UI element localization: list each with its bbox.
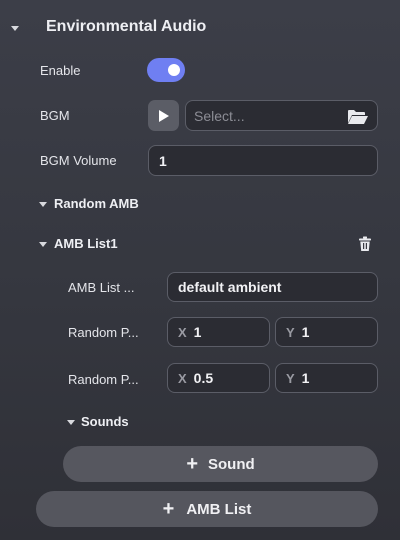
random-p-x-value-1: 1 <box>193 324 202 340</box>
x-axis-label: X <box>178 324 187 340</box>
play-button[interactable] <box>148 100 179 131</box>
environmental-audio-panel: Environmental Audio Enable BGM Select...… <box>0 0 400 540</box>
random-p-y-input-2[interactable]: Y 1 <box>275 363 378 393</box>
add-amb-list-label: AMB List <box>186 500 252 518</box>
random-p-y-value-2: 1 <box>301 370 310 386</box>
bgm-select-placeholder: Select... <box>194 107 245 124</box>
bgm-volume-label: BGM Volume <box>40 153 117 168</box>
amb-list-name-label: AMB List ... <box>68 280 135 295</box>
random-p-y-input-1[interactable]: Y 1 <box>275 317 378 347</box>
bgm-label: BGM <box>40 108 70 123</box>
toggle-knob <box>168 64 180 76</box>
add-amb-list-button[interactable]: + AMB List <box>36 491 378 527</box>
x-axis-label: X <box>178 370 187 386</box>
plus-icon: + <box>186 453 199 475</box>
trash-icon[interactable] <box>358 236 372 252</box>
enable-label: Enable <box>40 63 81 78</box>
random-p-y-value-1: 1 <box>301 324 310 340</box>
random-p-x-input-1[interactable]: X 1 <box>167 317 270 347</box>
plus-icon: + <box>162 498 175 520</box>
amb-list1-title: AMB List1 <box>54 236 118 251</box>
folder-open-icon[interactable] <box>347 109 369 125</box>
bgm-volume-value: 1 <box>159 152 167 169</box>
sounds-title: Sounds <box>81 414 129 429</box>
random-p-label-1: Random P... <box>68 325 139 340</box>
amb-list-name-input[interactable]: default ambient <box>167 272 378 302</box>
random-p-label-2: Random P... <box>68 372 139 387</box>
bgm-volume-input[interactable]: 1 <box>148 145 378 176</box>
amb-list-name-value: default ambient <box>178 279 282 295</box>
section-title: Environmental Audio <box>46 18 207 35</box>
y-axis-label: Y <box>286 324 295 340</box>
amb-list1-caret-icon[interactable] <box>39 242 47 247</box>
enable-toggle[interactable] <box>147 58 185 82</box>
play-icon <box>158 109 169 122</box>
collapse-caret-icon[interactable] <box>11 26 19 31</box>
random-p-x-value-2: 0.5 <box>193 370 214 386</box>
random-p-x-input-2[interactable]: X 0.5 <box>167 363 270 393</box>
bgm-select-field[interactable]: Select... <box>185 100 378 131</box>
random-amb-caret-icon[interactable] <box>39 202 47 207</box>
sounds-caret-icon[interactable] <box>67 420 75 425</box>
y-axis-label: Y <box>286 370 295 386</box>
add-sound-label: Sound <box>208 455 255 473</box>
random-amb-title: Random AMB <box>54 196 139 211</box>
add-sound-button[interactable]: + Sound <box>63 446 378 482</box>
